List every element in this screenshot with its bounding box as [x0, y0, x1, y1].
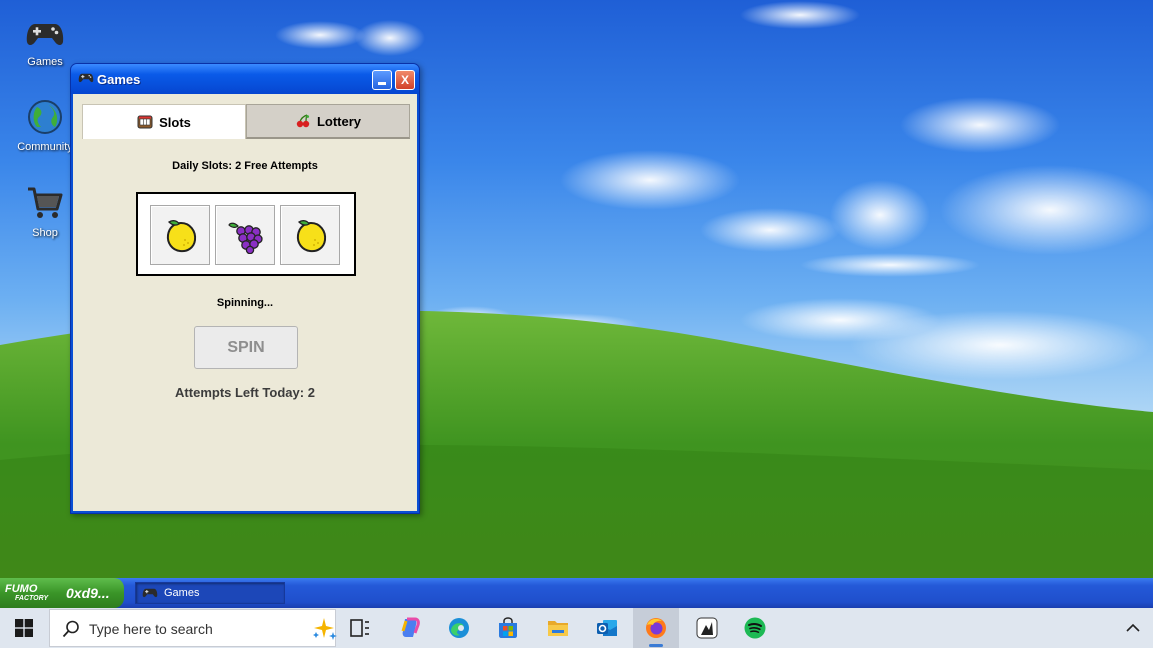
slot-reels [136, 192, 356, 276]
reel-1 [150, 205, 210, 265]
minimize-icon [378, 82, 386, 85]
start-button[interactable]: FUMO FACTORY 0xd9... [0, 578, 124, 608]
start-label: 0xd9... [66, 585, 110, 601]
games-window: Games X Slots Lottery Daily Slots: 2 Fre… [70, 63, 420, 514]
reel-3 [280, 205, 340, 265]
tab-label: Lottery [316, 113, 362, 129]
sparkle-icon [313, 618, 337, 640]
minimize-button[interactable] [372, 70, 392, 90]
tab-strip: Slots Lottery [82, 104, 410, 139]
window-client-area: Slots Lottery Daily Slots: 2 Free Attemp… [73, 94, 417, 511]
taskbar-copilot[interactable] [387, 608, 433, 648]
reel-2 [215, 205, 275, 265]
slots-heading: Daily Slots: 2 Free Attempts [172, 160, 318, 172]
cherries-icon [296, 114, 310, 128]
firefox-icon [646, 618, 666, 638]
store-icon [499, 617, 517, 638]
desktop-icon-games[interactable]: Games [10, 12, 80, 68]
desktop-icon-label: Shop [32, 227, 58, 239]
desktop-icon-label: Games [27, 56, 63, 68]
windows-logo-icon [15, 619, 33, 637]
taskbar-item-games[interactable]: Games [135, 582, 285, 604]
spin-status: Spinning... [216, 297, 274, 309]
taskbar-search-box[interactable]: Type here to search [49, 609, 337, 647]
taskbar-firefox[interactable] [633, 608, 679, 648]
app-taskbar: FUMO FACTORY 0xd9... Games [0, 578, 1153, 608]
window-titlebar[interactable]: Games X [71, 64, 419, 94]
taskbar-outlook[interactable] [584, 608, 630, 648]
gamepad-icon [142, 588, 158, 597]
taskbar-item-label: Games [164, 587, 200, 599]
tab-slots[interactable]: Slots [82, 104, 246, 139]
globe-icon [28, 100, 62, 134]
app-icon [696, 617, 718, 639]
attempts-left: Attempts Left Today: 2 [175, 385, 315, 400]
taskbar-store[interactable] [485, 608, 531, 648]
chevron-up-icon[interactable] [1124, 620, 1142, 636]
gamepad-icon [26, 24, 64, 45]
windows-start-button[interactable] [0, 608, 48, 648]
copilot-icon [401, 617, 420, 637]
slot-machine-icon [137, 115, 153, 129]
lemon-icon [166, 220, 197, 253]
search-placeholder: Type here to search [89, 621, 213, 637]
spotify-icon [744, 617, 766, 639]
window-title: Games [97, 72, 141, 87]
tab-lottery[interactable]: Lottery [246, 104, 410, 139]
tab-label: Slots [159, 114, 191, 130]
search-icon [62, 620, 79, 638]
lemon-icon [296, 220, 327, 253]
taskbar-task-view[interactable] [337, 608, 383, 648]
taskbar-spotify[interactable] [732, 608, 778, 648]
taskbar-app[interactable] [684, 608, 730, 648]
file-explorer-icon [548, 621, 568, 636]
outlook-icon [597, 620, 617, 636]
taskbar-file-explorer[interactable] [535, 608, 581, 648]
spin-button[interactable]: SPIN [194, 326, 298, 369]
shopping-cart-icon [28, 187, 63, 218]
fumo-factory-logo: FUMO FACTORY [5, 583, 49, 603]
task-view-icon [350, 619, 369, 637]
edge-icon [449, 618, 469, 638]
taskbar-edge[interactable] [436, 608, 482, 648]
close-button[interactable]: X [395, 70, 415, 90]
grapes-icon [228, 222, 263, 254]
gamepad-icon [78, 73, 94, 83]
windows-taskbar: Type here to search [0, 608, 1153, 648]
desktop-icon-label: Community [17, 141, 73, 153]
